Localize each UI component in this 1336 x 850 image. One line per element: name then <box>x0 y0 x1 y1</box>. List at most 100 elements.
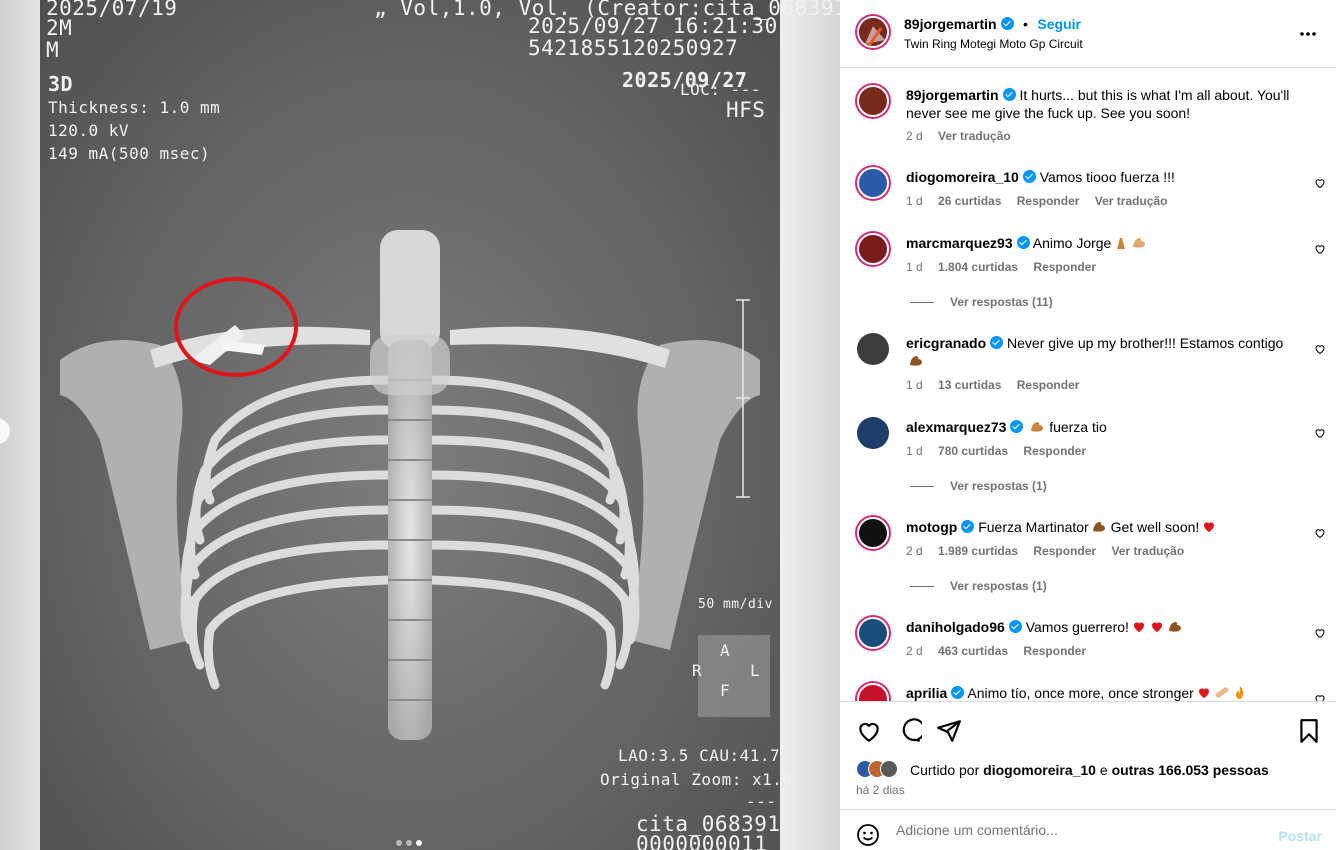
emoji-picker-icon[interactable] <box>856 823 880 847</box>
commenter-avatar[interactable] <box>857 683 889 701</box>
comment-age: 1 d <box>906 444 923 458</box>
xray-ma: 149 mA(500 msec) <box>48 144 211 163</box>
carousel-dot[interactable] <box>406 840 412 846</box>
post-media[interactable]: 2025/07/19 2M M „ Vol,1.0, Vol. (Creator… <box>0 0 840 850</box>
comment-likes[interactable]: 1.989 curtidas <box>938 544 1018 558</box>
xray-field-2m: 2M <box>46 16 73 40</box>
commenter-avatar[interactable] <box>857 167 889 199</box>
comment-username[interactable]: ericgranado <box>906 335 986 351</box>
ribcage-scan-image <box>60 230 770 740</box>
dot-separator: • <box>1023 16 1028 32</box>
liked-by-others[interactable]: outras 166.053 pessoas <box>1112 762 1269 778</box>
caption-username[interactable]: 89jorgemartin <box>906 87 999 103</box>
reply-button[interactable]: Responder <box>1017 194 1080 208</box>
avatar-image <box>859 18 887 46</box>
like-comment-icon[interactable] <box>1314 177 1326 189</box>
reply-button[interactable]: Responder <box>1023 444 1086 458</box>
flexed-biceps-emoji-icon <box>1031 422 1044 432</box>
comments-list[interactable]: 89jorgemartin It hurts... but this is wh… <box>840 69 1336 701</box>
like-icon[interactable] <box>856 718 882 744</box>
like-comment-icon[interactable] <box>1314 343 1326 355</box>
liked-by-user[interactable]: diogomoreira_10 <box>983 762 1096 778</box>
comment-meta: 2 d 1.989 curtidas Responder Ver traduçã… <box>906 544 1196 558</box>
orient-r: R <box>692 661 703 680</box>
comment-username[interactable]: alexmarquez73 <box>906 419 1006 435</box>
commenter-avatar[interactable] <box>857 517 889 549</box>
caption-text-block: 89jorgemartin It hurts... but this is wh… <box>906 86 1296 122</box>
verified-badge-icon <box>1002 88 1016 101</box>
comment-username[interactable]: daniholgado96 <box>906 619 1005 635</box>
comment-text: Animo tío, once more, once stronger <box>967 685 1194 701</box>
post-comment-button[interactable]: Postar <box>1278 828 1322 844</box>
save-bookmark-icon[interactable] <box>1296 718 1322 744</box>
xray-lao: LAO:3.5 CAU:41.7 <box>618 746 781 765</box>
xray-hfs: HFS <box>726 98 766 122</box>
comment-likes[interactable]: 463 curtidas <box>938 644 1008 658</box>
carousel-dot-active[interactable] <box>416 840 422 846</box>
share-icon[interactable] <box>936 718 962 744</box>
verified-badge-icon <box>990 336 1004 349</box>
author-username[interactable]: 89jorgemartin <box>904 16 997 32</box>
commenter-avatar[interactable] <box>857 333 889 365</box>
view-replies-button[interactable]: Ver respostas (1) <box>910 579 1047 593</box>
carousel-dot[interactable] <box>396 840 402 846</box>
liker-avatar[interactable] <box>880 760 898 778</box>
verified-badge-icon <box>1016 236 1030 249</box>
caption-avatar[interactable] <box>857 85 889 117</box>
orient-a: A <box>720 641 731 660</box>
xray-field-m: M <box>46 38 60 62</box>
fire-emoji-icon <box>1235 686 1244 699</box>
verified-badge-icon <box>1022 170 1036 183</box>
comment-username[interactable]: diogomoreira_10 <box>906 169 1019 185</box>
view-replies-button[interactable]: Ver respostas (1) <box>910 479 1047 493</box>
comment-icon[interactable] <box>896 718 922 744</box>
post-location[interactable]: Twin Ring Motegi Moto Gp Circuit <box>904 37 1083 51</box>
view-replies-button[interactable]: Ver respostas (11) <box>910 295 1053 309</box>
like-comment-icon[interactable] <box>1314 693 1326 701</box>
comment-username[interactable]: marcmarquez93 <box>906 235 1013 251</box>
comment-username[interactable]: motogp <box>906 519 957 535</box>
comment-composer: Postar <box>840 809 1336 850</box>
xray-film: 2025/07/19 2M M „ Vol,1.0, Vol. (Creator… <box>40 0 840 850</box>
comment-text: fuerza tio <box>1049 419 1107 435</box>
comment-text: Animo Jorge <box>1032 235 1112 251</box>
translate-link[interactable]: Ver tradução <box>1111 544 1184 558</box>
comment-input[interactable] <box>896 822 1256 838</box>
like-comment-icon[interactable] <box>1314 527 1326 539</box>
flexed-biceps-emoji-icon <box>1168 622 1181 632</box>
reply-button[interactable]: Responder <box>1017 378 1080 392</box>
reply-button[interactable]: Responder <box>1033 544 1096 558</box>
comment-likes[interactable]: 26 curtidas <box>938 194 1001 208</box>
background-table-right <box>778 0 840 850</box>
comment-body: alexmarquez73 fuerza tio <box>906 418 1296 436</box>
like-comment-icon[interactable] <box>1314 627 1326 639</box>
follow-button[interactable]: Seguir <box>1037 16 1081 32</box>
reply-button[interactable]: Responder <box>1023 644 1086 658</box>
post-age[interactable]: há 2 dias <box>856 783 905 797</box>
comment-age: 2 d <box>906 644 923 658</box>
comment-username[interactable]: aprilia <box>906 685 947 701</box>
like-comment-icon[interactable] <box>1314 243 1326 255</box>
more-options-icon[interactable] <box>1298 24 1318 44</box>
author-avatar[interactable] <box>857 16 889 48</box>
verified-badge-icon <box>1000 17 1014 30</box>
reply-button[interactable]: Responder <box>1033 260 1096 274</box>
comment-likes[interactable]: 13 curtidas <box>938 378 1001 392</box>
comment-text: Fuerza Martinator <box>978 519 1089 535</box>
red-heart-emoji-icon <box>1198 688 1209 699</box>
header-line: 89jorgemartin • Seguir <box>904 16 1081 34</box>
comment-likes[interactable]: 1.804 curtidas <box>938 260 1018 274</box>
like-comment-icon[interactable] <box>1314 427 1326 439</box>
commenter-avatar[interactable] <box>857 233 889 265</box>
commenter-avatar[interactable] <box>857 617 889 649</box>
commenter-avatar[interactable] <box>857 417 889 449</box>
comment-age: 1 d <box>906 378 923 392</box>
liked-by-conj: e <box>1099 762 1108 778</box>
xray-scale: 50 mm/div <box>698 597 773 612</box>
comment-likes[interactable]: 780 curtidas <box>938 444 1008 458</box>
comment-body: aprilia Animo tío, once more, once stron… <box>906 684 1296 701</box>
translate-link[interactable]: Ver tradução <box>1095 194 1168 208</box>
red-heart-emoji-icon <box>1204 522 1215 533</box>
post-header: 89jorgemartin • Seguir Twin Ring Motegi … <box>840 0 1336 68</box>
translate-link[interactable]: Ver tradução <box>938 129 1011 143</box>
